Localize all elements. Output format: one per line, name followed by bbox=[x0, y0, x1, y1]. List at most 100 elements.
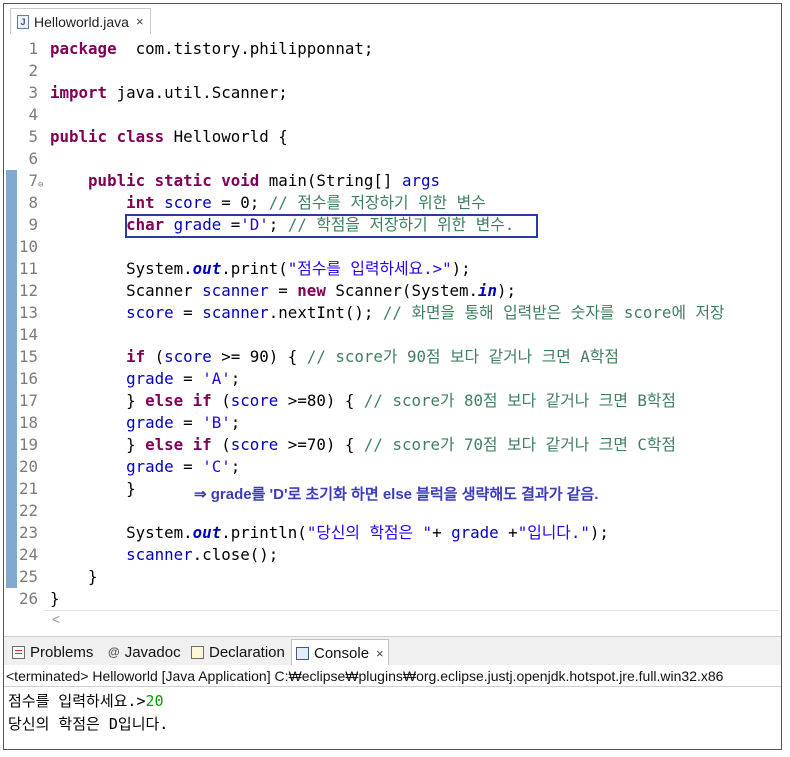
code-token: grade bbox=[126, 369, 174, 388]
code-token: ( bbox=[211, 391, 231, 410]
tab-javadoc[interactable]: @ Javadoc bbox=[104, 640, 185, 664]
tab-declaration[interactable]: Declaration bbox=[187, 640, 289, 664]
code-token: score bbox=[164, 193, 212, 212]
horizontal-scrollbar[interactable]: < bbox=[44, 610, 779, 629]
declaration-icon bbox=[191, 645, 204, 659]
code-token: com.tistory.philipponnat; bbox=[116, 39, 374, 58]
code-token: Scanner(System. bbox=[325, 281, 479, 300]
code-line[interactable]: 7 ⊖ public static void main(String[] args bbox=[4, 170, 781, 192]
code-token: 'B' bbox=[202, 413, 231, 432]
code-token: .close(); bbox=[192, 545, 279, 564]
code-line[interactable]: 13 score = scanner.nextInt(); // 화면을 통해 … bbox=[4, 302, 781, 324]
code-token: else bbox=[145, 435, 184, 454]
code-token: args bbox=[401, 171, 440, 190]
fold-icon[interactable]: ⊖ bbox=[38, 174, 43, 196]
line-number: 25 bbox=[18, 567, 38, 586]
code-line[interactable]: 2 bbox=[4, 60, 781, 82]
code-line[interactable]: 24 scanner.close(); bbox=[4, 544, 781, 566]
line-number: 3 bbox=[28, 83, 38, 102]
console-line-1: 점수를 입력하세요.>20 bbox=[8, 690, 164, 711]
code-token: else bbox=[145, 391, 184, 410]
code-line[interactable]: 4 bbox=[4, 104, 781, 126]
tab-problems-label: Problems bbox=[30, 643, 94, 661]
code-line[interactable]: 17 } else if (score >=80) { // score가 80… bbox=[4, 390, 781, 412]
code-token: 'A' bbox=[202, 369, 231, 388]
code-token: "점수를 입력하세요.>" bbox=[287, 259, 452, 278]
code-line[interactable]: 16 grade = 'A'; bbox=[4, 368, 781, 390]
line-number: 8 bbox=[28, 193, 38, 212]
code-line[interactable]: 5 public class Helloworld { bbox=[4, 126, 781, 148]
code-line[interactable]: 1 package com.tistory.philipponnat; bbox=[4, 38, 781, 60]
scroll-left-icon[interactable]: < bbox=[52, 611, 60, 627]
code-token: } bbox=[50, 567, 98, 586]
code-token: new bbox=[297, 281, 326, 300]
code-text: score = scanner.nextInt(); // 화면을 통해 입력받… bbox=[50, 302, 724, 324]
console-view[interactable]: <terminated> Helloworld [Java Applicatio… bbox=[4, 665, 781, 749]
code-line[interactable]: 15 if (score >= 90) { // score가 90점 보다 같… bbox=[4, 346, 781, 368]
code-token: if bbox=[126, 347, 146, 366]
close-icon[interactable]: × bbox=[376, 646, 384, 661]
code-line[interactable]: 3 import java.util.Scanner; bbox=[4, 82, 781, 104]
code-token: // score가 90점 보다 같거나 크면 A학점 bbox=[306, 347, 619, 366]
tab-problems[interactable]: Problems bbox=[8, 640, 97, 664]
editor-tab-label: Helloworld.java bbox=[34, 13, 129, 30]
code-line[interactable]: 14 bbox=[4, 324, 781, 346]
annotation-note: ⇒ grade를 'D'로 초기화 하면 else 블럭을 생략해도 결과가 같… bbox=[194, 486, 599, 503]
close-icon[interactable]: × bbox=[136, 14, 144, 29]
code-token: if bbox=[192, 391, 212, 410]
console-line-2: 당신의 학점은 D입니다. bbox=[8, 715, 169, 733]
code-text: System.out.print("점수를 입력하세요.>"); bbox=[50, 258, 471, 280]
code-token: score bbox=[230, 391, 279, 410]
code-token: package bbox=[50, 39, 117, 58]
code-line[interactable]: 8 int score = 0; // 점수를 저장하기 위한 변수 bbox=[4, 192, 781, 214]
code-editor[interactable]: 26} 25 } 24 scanner.close(); 23 System.out.… bbox=[4, 34, 781, 609]
code-line[interactable]: 10 bbox=[4, 236, 781, 258]
line-number: 11 bbox=[18, 259, 38, 278]
code-token: 'C' bbox=[202, 457, 231, 476]
code-token: score bbox=[164, 347, 212, 366]
code-text: grade = 'A'; bbox=[50, 368, 240, 390]
code-line[interactable]: 18 grade = 'B'; bbox=[4, 412, 781, 434]
line-number: 10 bbox=[18, 237, 38, 256]
editor-tab-bar: J Helloworld.java × bbox=[4, 4, 781, 35]
code-token: scanner bbox=[126, 545, 193, 564]
line-number: 16 bbox=[18, 369, 38, 388]
code-token: } bbox=[50, 391, 146, 410]
code-token: "입니다." bbox=[517, 523, 590, 542]
tab-declaration-label: Declaration bbox=[209, 643, 285, 661]
editor-tab-helloworld[interactable]: J Helloworld.java × bbox=[10, 8, 151, 34]
code-line[interactable]: 11 System.out.print("점수를 입력하세요.>"); bbox=[4, 258, 781, 280]
line-number: 17 bbox=[18, 391, 38, 410]
code-token: void bbox=[221, 171, 260, 190]
code-line[interactable]: 19 } else if (score >=70) { // score가 70… bbox=[4, 434, 781, 456]
java-file-icon: J bbox=[17, 14, 29, 29]
code-text: } bbox=[50, 478, 136, 500]
code-line[interactable]: 20 grade = 'C'; bbox=[4, 456, 781, 478]
code-token: = bbox=[173, 303, 203, 322]
eclipse-window: J Helloworld.java × 26} 25 } 24 scanner.cl… bbox=[3, 3, 782, 750]
code-token: // score가 80점 보다 같거나 크면 B학점 bbox=[363, 391, 676, 410]
code-token: >=70) { bbox=[278, 435, 364, 454]
code-text: package com.tistory.philipponnat; bbox=[50, 38, 373, 60]
code-token: + bbox=[432, 523, 452, 542]
code-line[interactable]: 25 } bbox=[4, 566, 781, 588]
code-line[interactable]: 12 Scanner scanner = new Scanner(System.… bbox=[4, 280, 781, 302]
code-line[interactable]: 23 System.out.println("당신의 학점은 "+ grade … bbox=[4, 522, 781, 544]
line-number: 4 bbox=[28, 105, 38, 124]
line-number: 22 bbox=[18, 501, 38, 520]
line-number: 26 bbox=[18, 589, 38, 608]
code-token: ); bbox=[451, 259, 471, 278]
code-token: java.util.Scanner; bbox=[107, 83, 288, 102]
code-token: main(String[] bbox=[259, 171, 402, 190]
tab-console[interactable]: Console × bbox=[291, 639, 389, 666]
line-number: 2 bbox=[28, 61, 38, 80]
code-token: Scanner bbox=[50, 281, 203, 300]
code-line[interactable]: 26} bbox=[4, 588, 781, 610]
code-line[interactable]: 6 bbox=[4, 148, 781, 170]
